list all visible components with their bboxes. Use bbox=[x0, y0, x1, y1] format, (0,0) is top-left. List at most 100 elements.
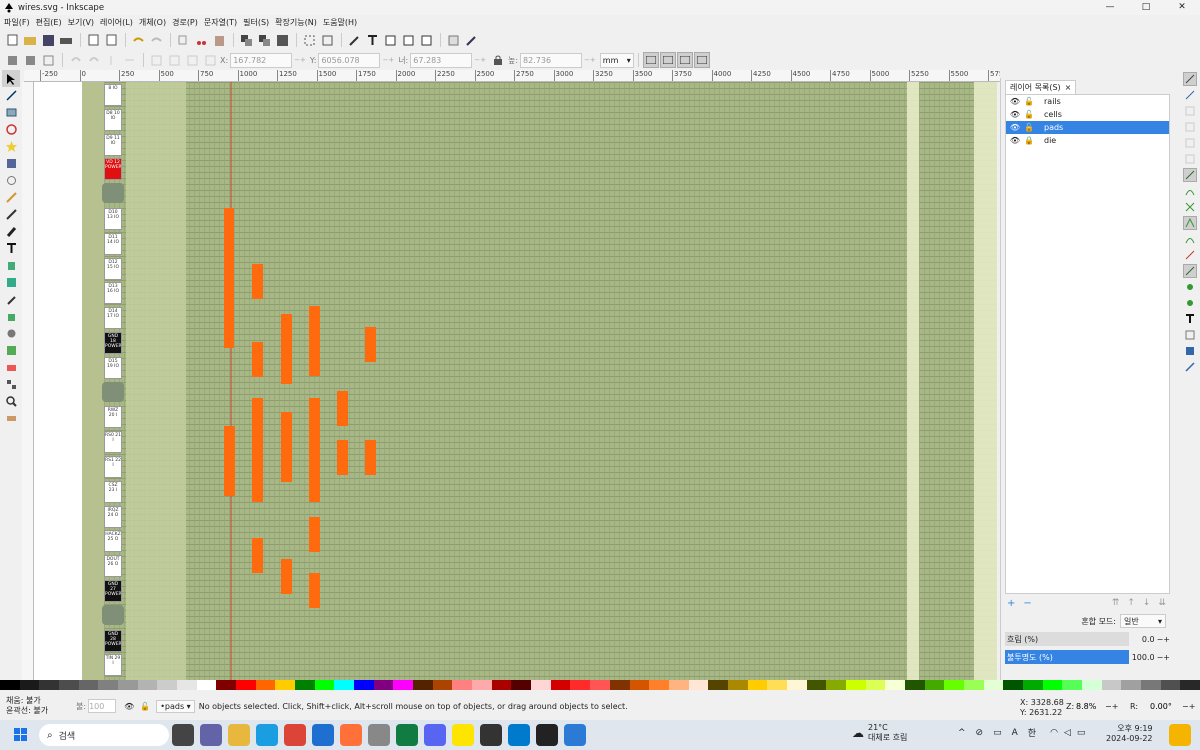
snap-cusp-toggle[interactable] bbox=[1183, 216, 1197, 230]
palette-swatch[interactable] bbox=[432, 680, 453, 690]
palette-swatch[interactable] bbox=[78, 680, 99, 690]
network-off-icon[interactable]: ⊘ bbox=[976, 728, 984, 738]
eye-icon[interactable]: 👁 bbox=[1008, 110, 1022, 119]
io-chip-marker[interactable] bbox=[102, 604, 124, 625]
x-spin[interactable]: −+ bbox=[294, 56, 306, 64]
pad[interactable] bbox=[224, 426, 235, 496]
io-pin-label[interactable]: GND 27 POWER bbox=[104, 580, 122, 602]
raise-top-button[interactable] bbox=[148, 52, 164, 68]
tray-app-icon[interactable]: ▭ bbox=[993, 728, 1002, 738]
chevron-up-icon[interactable]: ^ bbox=[958, 728, 966, 738]
fill-stroke-indicator[interactable]: 채움: 불가 윤곽선: 불가 bbox=[0, 696, 56, 716]
fill-stroke-button[interactable] bbox=[346, 32, 362, 48]
io-pin-label[interactable]: 8 IO bbox=[104, 84, 122, 106]
palette-swatch[interactable] bbox=[786, 680, 807, 690]
palette-swatch[interactable] bbox=[531, 680, 551, 690]
snap-bbox-midpoint-button[interactable] bbox=[1183, 136, 1197, 150]
snap-text-baseline-button[interactable] bbox=[1183, 312, 1197, 326]
io-pin-label[interactable]: TIN 29 I bbox=[104, 654, 122, 677]
rotation-spin[interactable]: −+ bbox=[1182, 702, 1195, 711]
palette-swatch[interactable] bbox=[1062, 680, 1082, 690]
canvas[interactable]: 8 IO D8 10 IO D9 11 IO VD 12 POWER D10 13 IO… bbox=[34, 82, 997, 680]
star-tool[interactable] bbox=[2, 138, 20, 155]
edge-icon[interactable] bbox=[256, 724, 278, 746]
palette-swatch[interactable] bbox=[1180, 680, 1200, 690]
palette-swatch[interactable] bbox=[865, 680, 886, 690]
palette-swatch[interactable] bbox=[255, 680, 276, 690]
palette-swatch[interactable] bbox=[354, 680, 374, 690]
move-up-icon[interactable]: ↑ bbox=[1127, 598, 1135, 608]
snap-nodes-toggle[interactable] bbox=[1183, 168, 1197, 182]
io-pin-label[interactable]: D15 19 IO bbox=[104, 356, 122, 379]
palette-swatch[interactable] bbox=[649, 680, 669, 690]
zoom-input[interactable] bbox=[1076, 699, 1104, 713]
chrome-icon[interactable] bbox=[284, 724, 306, 746]
io-pin-label[interactable]: GND 18 POWER bbox=[104, 332, 122, 354]
palette-swatch[interactable] bbox=[59, 680, 79, 690]
menu-object[interactable]: 개체(O) bbox=[139, 17, 166, 28]
snap-intersection-button[interactable] bbox=[1183, 200, 1197, 214]
deselect-button[interactable] bbox=[40, 52, 56, 68]
snap-guide-button[interactable] bbox=[1183, 360, 1197, 374]
palette-swatch[interactable] bbox=[177, 680, 197, 690]
menu-help[interactable]: 도움말(H) bbox=[323, 17, 357, 28]
select-all-button[interactable] bbox=[4, 52, 20, 68]
palette-swatch[interactable] bbox=[983, 680, 1004, 690]
app-blue-icon[interactable] bbox=[312, 724, 334, 746]
io-pin-label[interactable]: DOUT 26 O bbox=[104, 555, 122, 578]
palette-swatch[interactable] bbox=[216, 680, 237, 690]
unlock-icon[interactable]: 🔓 bbox=[1022, 123, 1036, 132]
pad[interactable] bbox=[252, 342, 263, 377]
palette-swatch[interactable] bbox=[688, 680, 709, 690]
excel-icon[interactable] bbox=[396, 724, 418, 746]
move-top-icon[interactable]: ⇈ bbox=[1112, 598, 1120, 608]
move-bottom-icon[interactable]: ⇊ bbox=[1158, 598, 1166, 608]
palette-swatch[interactable] bbox=[0, 680, 20, 690]
scale-corners-toggle[interactable] bbox=[659, 52, 676, 68]
io-pin-label[interactable]: D8 10 IO bbox=[104, 108, 122, 131]
unlock-icon[interactable]: 🔓 bbox=[1022, 110, 1036, 119]
pad[interactable] bbox=[365, 440, 376, 475]
battery-icon[interactable]: ▭ bbox=[1077, 728, 1086, 738]
io-pin-label[interactable]: VD 12 POWER bbox=[104, 158, 122, 181]
io-chip-marker[interactable] bbox=[102, 183, 124, 204]
palette-swatch[interactable] bbox=[590, 680, 610, 690]
lock-proportions-button[interactable] bbox=[490, 52, 506, 68]
xml-editor-button[interactable] bbox=[400, 32, 416, 48]
io-pin-label[interactable]: D9 11 IO bbox=[104, 133, 122, 156]
menu-view[interactable]: 보기(V) bbox=[68, 17, 94, 28]
palette-swatch[interactable] bbox=[727, 680, 748, 690]
calligraphy-tool[interactable] bbox=[2, 223, 20, 240]
palette-swatch[interactable] bbox=[1003, 680, 1023, 690]
menu-layer[interactable]: 레이어(L) bbox=[100, 17, 133, 28]
rotation-input[interactable] bbox=[1150, 699, 1180, 713]
pad[interactable] bbox=[281, 412, 292, 482]
opacity-slider[interactable]: 불투명도 (%) 100.0 −+ bbox=[1005, 650, 1170, 664]
palette-swatch[interactable] bbox=[845, 680, 866, 690]
pad[interactable] bbox=[337, 440, 348, 475]
eye-icon[interactable]: 👁 bbox=[1008, 123, 1022, 132]
palette-swatch[interactable] bbox=[393, 680, 414, 690]
save-button[interactable] bbox=[40, 32, 56, 48]
new-document-button[interactable] bbox=[4, 32, 20, 48]
palette-swatch[interactable] bbox=[1042, 680, 1063, 690]
add-layer-icon[interactable]: + bbox=[1007, 598, 1015, 609]
measure-tool[interactable] bbox=[2, 410, 20, 427]
spin-buttons[interactable]: −+ bbox=[1157, 653, 1170, 662]
height-input[interactable] bbox=[520, 52, 583, 68]
blend-mode-select[interactable]: 일반 ▾ bbox=[1120, 614, 1166, 628]
snap-bbox-corner-button[interactable] bbox=[1183, 120, 1197, 134]
remove-layer-icon[interactable]: − bbox=[1023, 598, 1031, 609]
palette-swatch[interactable] bbox=[275, 680, 296, 690]
inkscape-taskbar-icon[interactable] bbox=[536, 724, 558, 746]
pad[interactable] bbox=[252, 538, 263, 573]
pencil-tool[interactable] bbox=[2, 189, 20, 206]
palette-swatch[interactable] bbox=[1140, 680, 1161, 690]
pad[interactable] bbox=[337, 391, 348, 426]
open-button[interactable] bbox=[22, 32, 38, 48]
io-pin-label[interactable]: D13 16 IO bbox=[104, 282, 122, 305]
flip-v-button[interactable] bbox=[121, 52, 137, 68]
teams-icon[interactable] bbox=[200, 724, 222, 746]
palette-swatch[interactable] bbox=[137, 680, 158, 690]
raise-button[interactable] bbox=[166, 52, 182, 68]
